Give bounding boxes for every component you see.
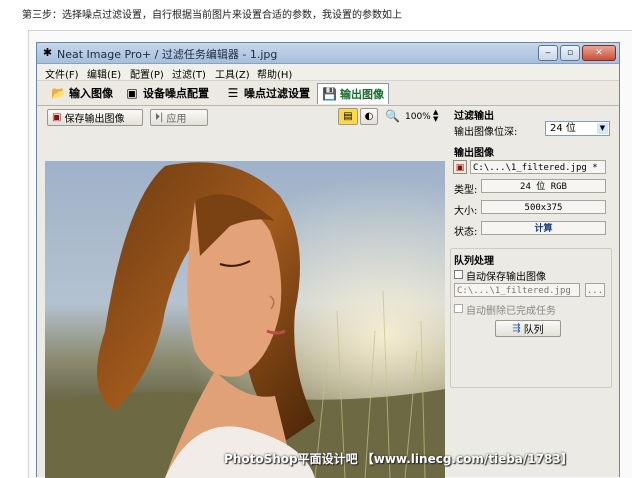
portrait-photo	[45, 161, 445, 478]
size-value: 500x375	[481, 200, 606, 214]
tab-input-image[interactable]: 📂 输入图像	[47, 83, 117, 102]
menu-file[interactable]: 文件(F)	[45, 66, 79, 81]
browse-button[interactable]: ...	[585, 283, 605, 297]
status-label: 状态:	[454, 227, 478, 238]
queue-button[interactable]: ⇶ 队列	[495, 320, 561, 337]
window-title: Neat Image Pro+ / 过滤任务编辑器 - 1.jpg	[57, 48, 278, 61]
filter-output-title: 过滤输出	[454, 111, 494, 122]
zoom-level: 100%	[405, 112, 431, 122]
app-logo-icon: ✱	[42, 46, 53, 59]
sliders-icon: ☰	[227, 85, 239, 100]
autosave-label: 自动保存输出图像	[466, 272, 546, 283]
output-settings-panel: 过滤输出 输出图像位深: 24 位 ▼ 输出图像 ▣ C:\...\1_filt…	[448, 106, 618, 478]
tab-bar: 📂 输入图像 ▣ 设备噪点配置 ☰ 噪点过滤设置 💾 输出图像	[37, 81, 619, 106]
step-icon: ⏵|	[155, 112, 164, 123]
menu-profile[interactable]: 配置(P)	[130, 66, 164, 81]
image-toolbar: ▣ 保存输出图像 ⏵| 应用 ▤ ◐ 🔍	[37, 106, 447, 128]
preview-toggle-button[interactable]: ▤	[338, 108, 358, 125]
bit-depth-label: 输出图像位深:	[454, 127, 518, 138]
tab-device-noise-profile[interactable]: ▣ 设备噪点配置	[121, 83, 213, 102]
zoom-spinner[interactable]: ▲ ▼	[433, 109, 438, 123]
autodelete-checkbox[interactable]	[454, 304, 463, 313]
dropdown-arrow-icon: ▼	[597, 123, 608, 134]
app-window: ✱ Neat Image Pro+ / 过滤任务编辑器 - 1.jpg ‒ ▫ …	[36, 42, 620, 478]
menu-edit[interactable]: 编辑(E)	[87, 66, 121, 81]
autodelete-label: 自动删除已完成任务	[466, 306, 556, 317]
watermark-text: PhotoShop平面设计吧 【www.linecg.com/tieba/178…	[224, 452, 573, 466]
bit-depth-select[interactable]: 24 位 ▼	[545, 121, 610, 136]
title-bar: ✱ Neat Image Pro+ / 过滤任务编辑器 - 1.jpg ‒ ▫ …	[37, 43, 619, 64]
intro-text: 第三步：选择噪点过滤设置，自行根据当前图片来设置合适的参数，我设置的参数如上	[22, 10, 402, 21]
queue-path-field[interactable]: C:\...\1_filtered.jpg	[454, 283, 580, 297]
output-image-preview	[45, 161, 445, 478]
output-path-field[interactable]: C:\...\1_filtered.jpg *	[470, 160, 606, 174]
tab-noise-filter-settings[interactable]: ☰ 噪点过滤设置	[222, 83, 314, 102]
save-output-button[interactable]: ▣ 保存输出图像	[47, 109, 143, 126]
menu-bar: 文件(F) 编辑(E) 配置(P) 过滤(T) 工具(Z) 帮助(H)	[37, 64, 619, 81]
status-value: 计算	[481, 221, 606, 235]
size-label: 大小:	[454, 206, 478, 217]
queue-title: 队列处理	[454, 256, 494, 267]
menu-tools[interactable]: 工具(Z)	[215, 66, 250, 81]
camera-icon: ▣	[126, 85, 138, 100]
minimize-button[interactable]: ‒	[538, 45, 558, 61]
disk-icon: ▣	[52, 112, 62, 123]
apply-button[interactable]: ⏵| 应用	[150, 109, 208, 126]
photo-icon: ▤	[343, 111, 353, 122]
contrast-icon: ◐	[364, 111, 374, 122]
menu-filter[interactable]: 过滤(T)	[172, 66, 206, 81]
output-image-title: 输出图像	[454, 148, 494, 159]
close-button[interactable]: ✕	[582, 45, 616, 61]
type-value: 24 位 RGB	[481, 179, 606, 193]
output-file-icon[interactable]: ▣	[453, 160, 467, 174]
folder-icon: 📂	[51, 85, 66, 100]
zoom-icon[interactable]: 🔍	[385, 109, 400, 123]
save-icon: 💾	[322, 87, 337, 101]
queue-icon: ⇶	[512, 323, 521, 334]
menu-help[interactable]: 帮助(H)	[257, 66, 292, 81]
tab-output-image[interactable]: 💾 输出图像	[317, 83, 389, 104]
type-label: 类型:	[454, 185, 478, 196]
maximize-button[interactable]: ▫	[560, 45, 580, 61]
compare-toggle-button[interactable]: ◐	[360, 108, 378, 125]
autosave-checkbox[interactable]	[454, 270, 463, 279]
